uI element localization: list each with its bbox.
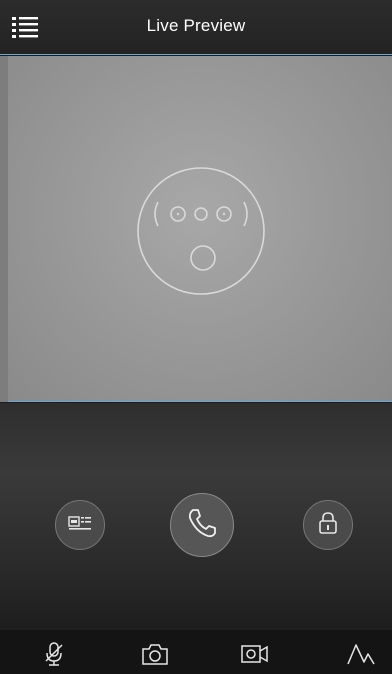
mountain-signal-icon[interactable]	[346, 640, 376, 668]
no-video-face-icon	[136, 166, 266, 296]
video-record-icon[interactable]	[240, 640, 270, 668]
page-title: Live Preview	[146, 16, 246, 35]
control-panel	[0, 403, 392, 638]
video-preview-area[interactable]	[8, 56, 392, 402]
playback-button[interactable]	[55, 500, 105, 550]
bottom-toolbar	[0, 630, 392, 674]
phone-call-icon	[185, 506, 219, 545]
header-bar: Live Preview	[0, 0, 392, 55]
camera-snapshot-icon[interactable]	[140, 640, 170, 668]
app-screen: Live Preview	[0, 0, 392, 674]
unlock-button[interactable]	[303, 500, 353, 550]
video-record-list-icon	[68, 514, 92, 537]
microphone-muted-icon[interactable]	[39, 640, 69, 668]
lock-icon	[318, 511, 338, 540]
video-edge	[0, 56, 8, 402]
call-button[interactable]	[170, 493, 234, 557]
